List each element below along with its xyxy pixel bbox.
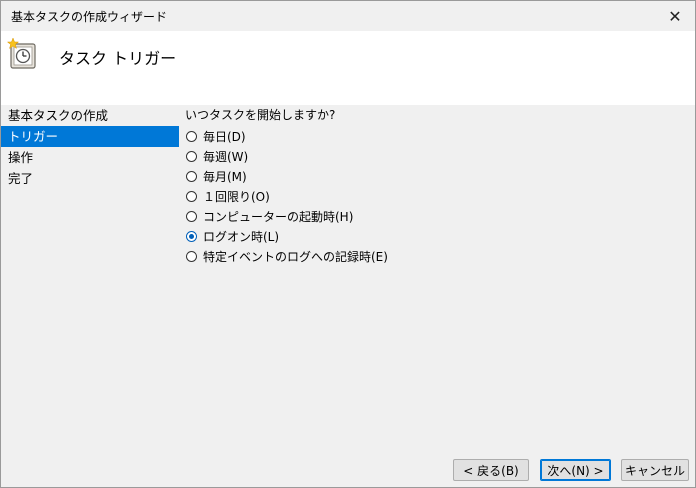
radio-button[interactable] xyxy=(186,130,197,142)
radio-label: 毎月(M) xyxy=(203,169,247,184)
trigger-question: いつタスクを開始しますか? xyxy=(185,108,336,122)
radio-option-log-on[interactable]: ログオン時(L) xyxy=(185,226,685,246)
radio-button[interactable] xyxy=(186,210,197,222)
radio-option-one-time[interactable]: １回限り(O) xyxy=(185,186,685,206)
wizard-window: 基本タスクの作成ウィザード ✕ タスク トリガー 基本タスクの作成 トリガー 操… xyxy=(0,0,696,488)
cancel-button[interactable]: キャンセル xyxy=(621,459,689,481)
nav-step-action: 操作 xyxy=(8,150,34,165)
radio-label: １回限り(O) xyxy=(203,189,270,204)
window-title: 基本タスクの作成ウィザード xyxy=(11,10,168,24)
radio-option-weekly[interactable]: 毎週(W) xyxy=(185,146,685,166)
nav-step-finish: 完了 xyxy=(8,171,34,186)
radio-option-computer-starts[interactable]: コンピューターの起動時(H) xyxy=(185,206,685,226)
nav-step-create-basic-task: 基本タスクの作成 xyxy=(8,108,109,123)
next-button[interactable]: 次へ(N) > xyxy=(540,459,611,481)
radio-option-daily[interactable]: 毎日(D) xyxy=(185,126,685,146)
title-bar: 基本タスクの作成ウィザード ✕ xyxy=(1,1,695,31)
radio-label: 毎週(W) xyxy=(203,149,249,164)
close-button[interactable]: ✕ xyxy=(655,1,695,31)
radio-button[interactable] xyxy=(186,190,197,202)
nav-step-trigger: トリガー xyxy=(1,126,179,147)
radio-label: ログオン時(L) xyxy=(203,229,280,244)
task-scheduler-icon xyxy=(7,37,36,69)
radio-label: 毎日(D) xyxy=(203,129,246,144)
radio-button[interactable] xyxy=(186,150,197,162)
back-button[interactable]: < 戻る(B) xyxy=(453,459,529,481)
page-title: タスク トリガー xyxy=(59,49,177,68)
radio-option-monthly[interactable]: 毎月(M) xyxy=(185,166,685,186)
radio-button-selected[interactable] xyxy=(186,230,197,242)
wizard-header: タスク トリガー xyxy=(1,31,695,105)
wizard-steps-nav: 基本タスクの作成 トリガー 操作 完了 xyxy=(1,105,179,189)
trigger-options: いつタスクを開始しますか? 毎日(D) 毎週(W) 毎月(M) １回限り(O) … xyxy=(185,105,685,266)
radio-label: コンピューターの起動時(H) xyxy=(203,209,354,224)
radio-label: 特定イベントのログへの記録時(E) xyxy=(203,249,388,264)
radio-button[interactable] xyxy=(186,170,197,182)
radio-button[interactable] xyxy=(186,250,197,262)
radio-option-specific-event[interactable]: 特定イベントのログへの記録時(E) xyxy=(185,246,685,266)
close-icon: ✕ xyxy=(668,6,682,26)
